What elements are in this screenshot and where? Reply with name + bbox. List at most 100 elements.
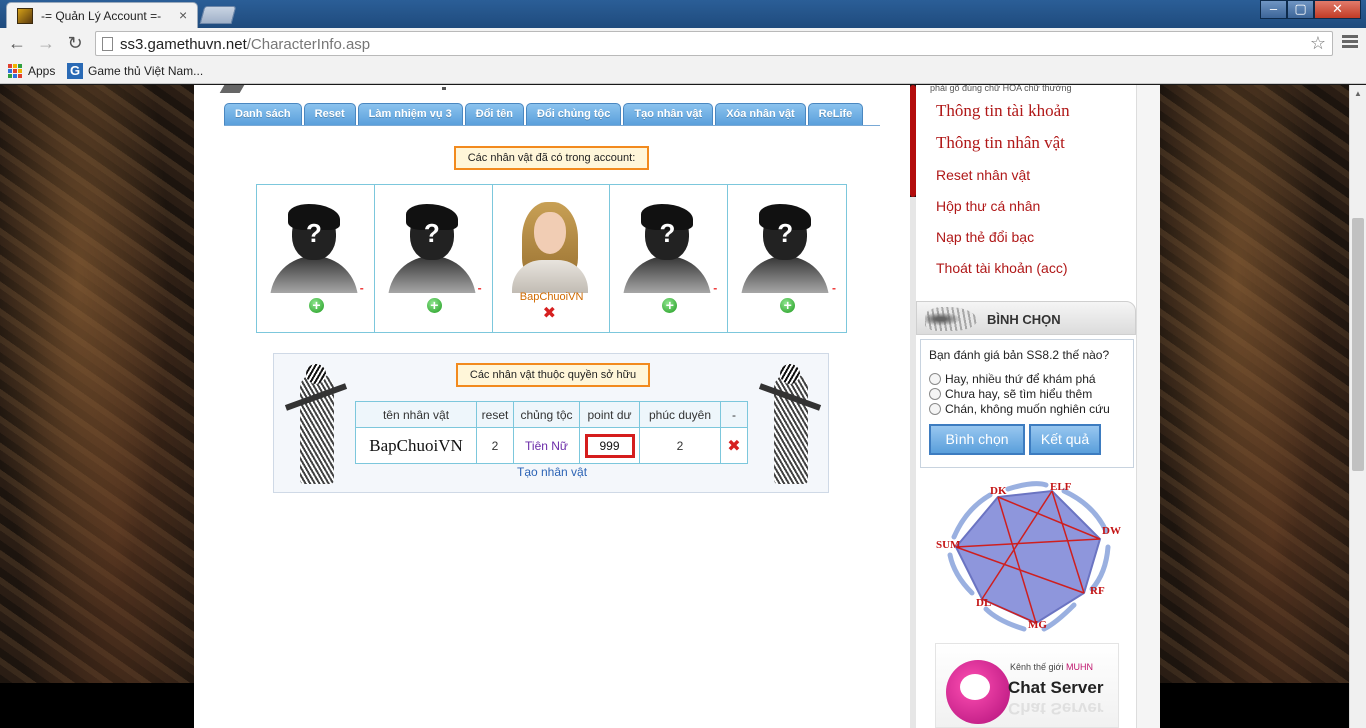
url-text: ss3.gamethuvn.net/CharacterInfo.asp <box>120 36 371 53</box>
col-header-reset: reset <box>476 401 514 428</box>
slot-dash: - <box>477 281 482 295</box>
tab-doi-ten[interactable]: Đổi tên <box>464 103 525 125</box>
address-bar[interactable]: ss3.gamethuvn.net/CharacterInfo.asp ☆ <box>95 31 1333 56</box>
tab-title: -= Quản Lý Account =- <box>41 9 162 23</box>
character-portrait <box>505 198 594 293</box>
cell-character-name: BapChuoiVN <box>355 427 477 464</box>
poll-question: Bạn đánh giá bản SS8.2 thế nào? <box>929 348 1110 362</box>
character-slot-empty[interactable]: ? - + <box>257 185 375 332</box>
add-character-icon[interactable]: + <box>780 298 796 313</box>
poll-header: BÌNH CHỌN <box>916 301 1136 335</box>
owned-characters-panel: Các nhân vật thuộc quyền sở hữu tên nhân… <box>273 353 829 493</box>
tab-close-icon[interactable]: × <box>179 7 187 23</box>
background-band <box>1160 683 1349 728</box>
table-row: BapChuoiVN 2 Tiên Nữ 999 2 ✖ <box>355 427 748 464</box>
delete-row-icon[interactable]: ✖ <box>727 438 740 455</box>
window-close-button[interactable]: ✕ <box>1314 0 1361 19</box>
new-tab-button[interactable] <box>199 6 237 24</box>
class-diagram-graphic <box>947 481 1111 632</box>
poll-box: Bạn đánh giá bản SS8.2 thế nào? Hay, nhi… <box>920 339 1134 468</box>
slot-dash: - <box>359 281 364 295</box>
class-label-dk: DK <box>990 485 1007 497</box>
browser-tab[interactable]: -= Quản Lý Account =- × <box>6 2 198 28</box>
sidebar-link-account-info[interactable]: Thông tin tài khoản <box>936 101 1070 121</box>
background-band <box>0 683 194 728</box>
class-diagram: DK ELF DW RF MG DL SUM <box>924 481 1122 641</box>
sidebar-edge <box>1136 85 1160 728</box>
tab-relife[interactable]: ReLife <box>807 103 864 125</box>
sidebar: phải gõ đúng chữ HOA chữ thường Thông ti… <box>916 85 1136 728</box>
poll-option-2[interactable]: Chưa hay, sẽ tìm hiểu thêm <box>929 387 1092 401</box>
sidebar-link-reset[interactable]: Reset nhân vật <box>936 167 1030 183</box>
bookmark-apps[interactable]: Apps <box>8 62 55 80</box>
cell-delete: ✖ <box>720 427 748 464</box>
owned-characters-label: Các nhân vật thuộc quyền sở hữu <box>456 363 650 387</box>
tab-danh-sach[interactable]: Danh sách <box>224 103 302 125</box>
scrollbar-thumb[interactable] <box>1352 218 1364 471</box>
delete-character-icon[interactable]: ✖ <box>543 306 556 322</box>
unknown-avatar: ? <box>623 198 712 293</box>
radio-button[interactable] <box>929 403 941 415</box>
warrior-illustration-left <box>282 364 350 489</box>
bookmark-gamethu[interactable]: G Game thủ Việt Nam... <box>67 62 203 80</box>
tab-nhiem-vu[interactable]: Làm nhiệm vụ 3 <box>357 103 463 125</box>
chat-banner-reflection: Chat Server <box>1008 699 1104 718</box>
warrior-illustration-right <box>756 364 824 489</box>
forward-arrow-icon[interactable]: → <box>35 32 57 54</box>
background-art-left <box>0 85 194 728</box>
col-header-name: tên nhân vật <box>355 401 477 428</box>
chat-bubble-icon <box>946 660 1010 724</box>
vote-button[interactable]: Bình chọn <box>929 424 1025 455</box>
add-character-icon[interactable]: + <box>662 298 678 313</box>
radio-button[interactable] <box>929 373 941 385</box>
window-minimize-button[interactable]: – <box>1260 0 1287 19</box>
browser-menu-icon[interactable] <box>1340 33 1360 53</box>
existing-characters-label: Các nhân vật đã có trong account: <box>454 146 649 170</box>
tab-xoa-nhan-vat[interactable]: Xóa nhân vật <box>715 103 806 125</box>
class-label-dl: DL <box>976 597 992 609</box>
create-character-link[interactable]: Tạo nhân vật <box>517 465 587 479</box>
character-slots: ? - + ? - + BapChuoiVN ✖ ? - + ? - + <box>256 184 847 333</box>
col-header-fortune: phúc duyên <box>639 401 721 428</box>
class-label-elf: ELF <box>1050 481 1072 493</box>
background-art-right <box>1160 85 1349 728</box>
bookmark-label: Apps <box>28 64 56 78</box>
back-arrow-icon[interactable]: ← <box>6 32 28 54</box>
character-slot-empty[interactable]: ? - + <box>375 185 493 332</box>
main-content: Danh sách Reset Làm nhiệm vụ 3 Đổi tên Đ… <box>194 85 910 728</box>
sidebar-link-inbox[interactable]: Hộp thư cá nhân <box>936 198 1040 214</box>
radio-button[interactable] <box>929 388 941 400</box>
chat-banner-subtitle: Kênh thế giới MUHN <box>1010 662 1093 672</box>
col-header-points: point dư <box>579 401 640 428</box>
owned-characters-table: tên nhân vật reset chủng tộc point dư ph… <box>355 401 748 464</box>
sidebar-hint: phải gõ đúng chữ HOA chữ thường <box>930 85 1072 93</box>
col-header-race: chủng tộc <box>513 401 580 428</box>
browser-toolbar: ← → ↻ ss3.gamethuvn.net/CharacterInfo.as… <box>0 28 1366 58</box>
cell-race: Tiên Nữ <box>513 427 580 464</box>
character-slot-empty[interactable]: ? - + <box>728 185 846 332</box>
tab-tao-nhan-vat[interactable]: Tạo nhân vật <box>623 103 714 125</box>
bookmark-star-icon[interactable]: ☆ <box>1310 33 1326 54</box>
unknown-avatar: ? <box>741 198 830 293</box>
chat-banner-title: Chat Server <box>1008 678 1104 697</box>
dragon-icon <box>925 307 977 331</box>
window-maximize-button[interactable]: ▢ <box>1287 0 1314 19</box>
scroll-up-icon[interactable]: ▲ <box>1354 89 1362 98</box>
add-character-icon[interactable]: + <box>309 298 324 313</box>
tab-doi-chung-toc[interactable]: Đổi chủng tộc <box>526 103 622 125</box>
sidebar-link-character-info[interactable]: Thông tin nhân vật <box>936 133 1065 153</box>
sidebar-link-topup[interactable]: Nạp thẻ đổi bạc <box>936 229 1034 245</box>
reload-icon[interactable]: ↻ <box>64 32 86 54</box>
character-slot-filled[interactable]: BapChuoiVN ✖ <box>493 185 611 332</box>
page-scrollbar[interactable]: ▲ <box>1349 85 1366 728</box>
sidebar-link-logout[interactable]: Thoát tài khoản (acc) <box>936 260 1068 276</box>
g-icon: G <box>67 63 83 79</box>
result-button[interactable]: Kết quả <box>1029 424 1101 455</box>
tab-reset[interactable]: Reset <box>303 103 356 125</box>
page-viewport: Danh sách Reset Làm nhiệm vụ 3 Đổi tên Đ… <box>0 85 1349 728</box>
poll-option-3[interactable]: Chán, không muốn nghiên cứu <box>929 402 1110 416</box>
add-character-icon[interactable]: + <box>426 298 442 313</box>
poll-option-1[interactable]: Hay, nhiều thứ để khám phá <box>929 372 1096 386</box>
chat-server-banner[interactable]: Kênh thế giới MUHN Chat Server Chat Serv… <box>935 643 1119 728</box>
character-slot-empty[interactable]: ? - + <box>610 185 729 332</box>
